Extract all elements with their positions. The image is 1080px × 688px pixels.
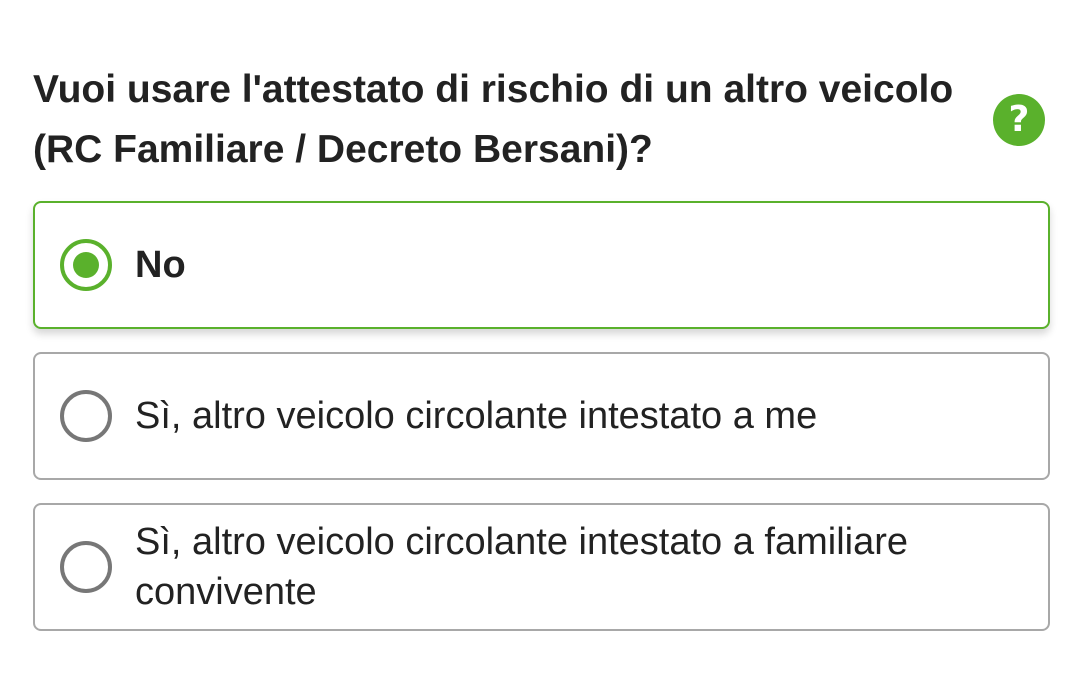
option-yes-family-vehicle[interactable]: Sì, altro veicolo circolante intestato a… <box>33 503 1050 631</box>
radio-dot <box>73 252 99 278</box>
radio-selected-icon[interactable] <box>60 239 112 291</box>
radio-unselected-icon[interactable] <box>60 390 112 442</box>
question-title: Vuoi usare l'attestato di rischio di un … <box>33 68 954 171</box>
option-label: Sì, altro veicolo circolante intestato a… <box>135 395 818 437</box>
radio-unselected-icon[interactable] <box>60 541 112 593</box>
option-yes-own-vehicle[interactable]: Sì, altro veicolo circolante intestato a… <box>33 352 1050 480</box>
question-mark-icon: ? <box>1008 99 1030 140</box>
option-label: No <box>135 244 186 286</box>
help-button[interactable]: ? <box>993 94 1045 146</box>
option-no[interactable]: No <box>33 201 1050 329</box>
option-label: Sì, altro veicolo circolante intestato a… <box>135 521 909 613</box>
